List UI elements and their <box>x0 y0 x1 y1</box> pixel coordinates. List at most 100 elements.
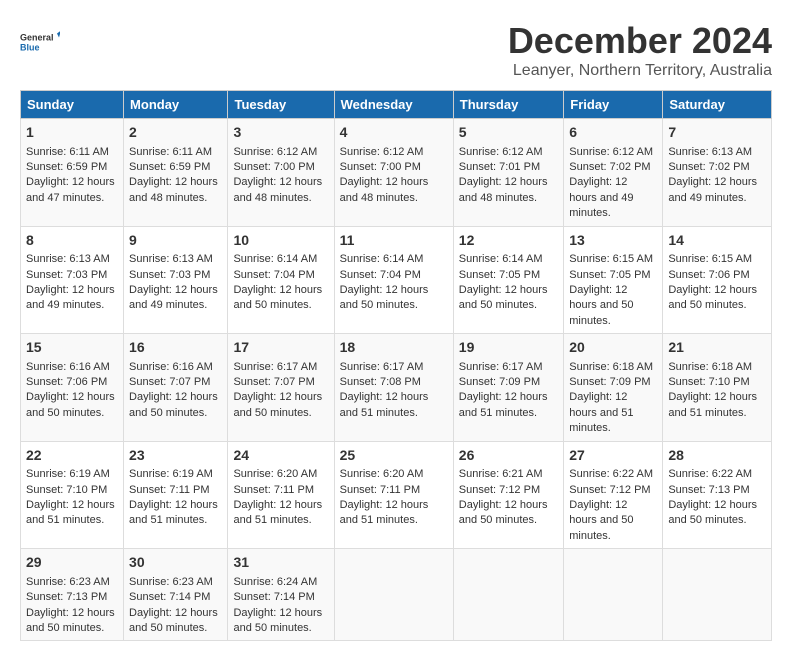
daylight-label: Daylight: 12 hours and 51 minutes. <box>129 499 218 526</box>
daylight-label: Daylight: 12 hours and 50 minutes. <box>668 284 757 311</box>
sunrise-label: Sunrise: 6:19 AM <box>26 468 110 480</box>
sunset-label: Sunset: 7:14 PM <box>233 591 314 603</box>
sunrise-label: Sunrise: 6:11 AM <box>129 146 212 158</box>
calendar-cell: 26 Sunrise: 6:21 AM Sunset: 7:12 PM Dayl… <box>453 441 563 549</box>
sunset-label: Sunset: 7:03 PM <box>129 269 210 281</box>
sunset-label: Sunset: 7:03 PM <box>26 269 107 281</box>
daylight-label: Daylight: 12 hours and 51 minutes. <box>340 391 429 418</box>
daylight-label: Daylight: 12 hours and 49 minutes. <box>668 176 757 203</box>
sunset-label: Sunset: 7:01 PM <box>459 161 540 173</box>
sunrise-label: Sunrise: 6:13 AM <box>668 146 752 158</box>
daylight-label: Daylight: 12 hours and 50 minutes. <box>569 499 633 542</box>
sunrise-label: Sunrise: 6:14 AM <box>233 253 317 265</box>
calendar-cell: 1 Sunrise: 6:11 AM Sunset: 6:59 PM Dayli… <box>21 119 124 227</box>
sunset-label: Sunset: 7:06 PM <box>26 376 107 388</box>
sunset-label: Sunset: 7:12 PM <box>459 484 540 496</box>
daylight-label: Daylight: 12 hours and 50 minutes. <box>340 284 429 311</box>
calendar-cell: 21 Sunrise: 6:18 AM Sunset: 7:10 PM Dayl… <box>663 334 772 442</box>
sunset-label: Sunset: 7:00 PM <box>340 161 421 173</box>
header-friday: Friday <box>564 91 663 119</box>
sunrise-label: Sunrise: 6:18 AM <box>668 361 752 373</box>
daylight-label: Daylight: 12 hours and 50 minutes. <box>129 607 218 634</box>
page-subtitle: Leanyer, Northern Territory, Australia <box>508 62 772 80</box>
title-area: December 2024 Leanyer, Northern Territor… <box>508 20 772 80</box>
day-number: 27 <box>569 446 657 466</box>
day-number: 4 <box>340 123 448 143</box>
daylight-label: Daylight: 12 hours and 50 minutes. <box>569 284 633 327</box>
day-number: 8 <box>26 231 118 251</box>
calendar-cell <box>453 549 563 641</box>
calendar-cell <box>663 549 772 641</box>
day-number: 11 <box>340 231 448 251</box>
logo: General Blue <box>20 20 60 64</box>
daylight-label: Daylight: 12 hours and 48 minutes. <box>233 176 322 203</box>
day-number: 16 <box>129 338 222 358</box>
calendar-cell: 23 Sunrise: 6:19 AM Sunset: 7:11 PM Dayl… <box>124 441 228 549</box>
day-number: 30 <box>129 553 222 573</box>
calendar-header-row: SundayMondayTuesdayWednesdayThursdayFrid… <box>21 91 772 119</box>
calendar-cell: 14 Sunrise: 6:15 AM Sunset: 7:06 PM Dayl… <box>663 226 772 334</box>
daylight-label: Daylight: 12 hours and 51 minutes. <box>26 499 115 526</box>
calendar-cell: 11 Sunrise: 6:14 AM Sunset: 7:04 PM Dayl… <box>334 226 453 334</box>
calendar-cell: 15 Sunrise: 6:16 AM Sunset: 7:06 PM Dayl… <box>21 334 124 442</box>
page-title: December 2024 <box>508 20 772 62</box>
header-saturday: Saturday <box>663 91 772 119</box>
calendar-cell: 22 Sunrise: 6:19 AM Sunset: 7:10 PM Dayl… <box>21 441 124 549</box>
day-number: 12 <box>459 231 558 251</box>
day-number: 6 <box>569 123 657 143</box>
day-number: 15 <box>26 338 118 358</box>
sunrise-label: Sunrise: 6:12 AM <box>459 146 543 158</box>
header: General Blue December 2024 Leanyer, Nort… <box>20 20 772 80</box>
sunset-label: Sunset: 7:04 PM <box>233 269 314 281</box>
sunset-label: Sunset: 7:07 PM <box>129 376 210 388</box>
calendar-cell: 29 Sunrise: 6:23 AM Sunset: 7:13 PM Dayl… <box>21 549 124 641</box>
week-row-5: 29 Sunrise: 6:23 AM Sunset: 7:13 PM Dayl… <box>21 549 772 641</box>
sunrise-label: Sunrise: 6:13 AM <box>129 253 213 265</box>
sunrise-label: Sunrise: 6:14 AM <box>459 253 543 265</box>
svg-text:General: General <box>20 33 54 43</box>
sunset-label: Sunset: 7:12 PM <box>569 484 650 496</box>
calendar-cell: 5 Sunrise: 6:12 AM Sunset: 7:01 PM Dayli… <box>453 119 563 227</box>
day-number: 1 <box>26 123 118 143</box>
sunset-label: Sunset: 6:59 PM <box>26 161 107 173</box>
sunset-label: Sunset: 7:00 PM <box>233 161 314 173</box>
day-number: 9 <box>129 231 222 251</box>
week-row-3: 15 Sunrise: 6:16 AM Sunset: 7:06 PM Dayl… <box>21 334 772 442</box>
calendar-cell: 7 Sunrise: 6:13 AM Sunset: 7:02 PM Dayli… <box>663 119 772 227</box>
day-number: 26 <box>459 446 558 466</box>
sunset-label: Sunset: 7:07 PM <box>233 376 314 388</box>
calendar-cell: 17 Sunrise: 6:17 AM Sunset: 7:07 PM Dayl… <box>228 334 334 442</box>
calendar-cell: 19 Sunrise: 6:17 AM Sunset: 7:09 PM Dayl… <box>453 334 563 442</box>
daylight-label: Daylight: 12 hours and 51 minutes. <box>569 391 633 434</box>
daylight-label: Daylight: 12 hours and 50 minutes. <box>459 499 548 526</box>
daylight-label: Daylight: 12 hours and 50 minutes. <box>233 391 322 418</box>
day-number: 13 <box>569 231 657 251</box>
sunrise-label: Sunrise: 6:23 AM <box>129 576 213 588</box>
day-number: 25 <box>340 446 448 466</box>
day-number: 28 <box>668 446 766 466</box>
day-number: 31 <box>233 553 328 573</box>
calendar-cell <box>564 549 663 641</box>
sunrise-label: Sunrise: 6:15 AM <box>569 253 653 265</box>
calendar-cell: 9 Sunrise: 6:13 AM Sunset: 7:03 PM Dayli… <box>124 226 228 334</box>
sunset-label: Sunset: 6:59 PM <box>129 161 210 173</box>
week-row-1: 1 Sunrise: 6:11 AM Sunset: 6:59 PM Dayli… <box>21 119 772 227</box>
calendar-cell: 28 Sunrise: 6:22 AM Sunset: 7:13 PM Dayl… <box>663 441 772 549</box>
week-row-2: 8 Sunrise: 6:13 AM Sunset: 7:03 PM Dayli… <box>21 226 772 334</box>
calendar-cell: 24 Sunrise: 6:20 AM Sunset: 7:11 PM Dayl… <box>228 441 334 549</box>
sunset-label: Sunset: 7:10 PM <box>26 484 107 496</box>
daylight-label: Daylight: 12 hours and 48 minutes. <box>459 176 548 203</box>
sunrise-label: Sunrise: 6:14 AM <box>340 253 424 265</box>
daylight-label: Daylight: 12 hours and 49 minutes. <box>569 176 633 219</box>
sunset-label: Sunset: 7:11 PM <box>340 484 421 496</box>
calendar-cell: 2 Sunrise: 6:11 AM Sunset: 6:59 PM Dayli… <box>124 119 228 227</box>
daylight-label: Daylight: 12 hours and 49 minutes. <box>129 284 218 311</box>
sunrise-label: Sunrise: 6:13 AM <box>26 253 110 265</box>
sunset-label: Sunset: 7:10 PM <box>668 376 749 388</box>
calendar-cell: 4 Sunrise: 6:12 AM Sunset: 7:00 PM Dayli… <box>334 119 453 227</box>
sunset-label: Sunset: 7:06 PM <box>668 269 749 281</box>
calendar-cell: 8 Sunrise: 6:13 AM Sunset: 7:03 PM Dayli… <box>21 226 124 334</box>
sunrise-label: Sunrise: 6:19 AM <box>129 468 213 480</box>
day-number: 14 <box>668 231 766 251</box>
calendar-table: SundayMondayTuesdayWednesdayThursdayFrid… <box>20 90 772 641</box>
